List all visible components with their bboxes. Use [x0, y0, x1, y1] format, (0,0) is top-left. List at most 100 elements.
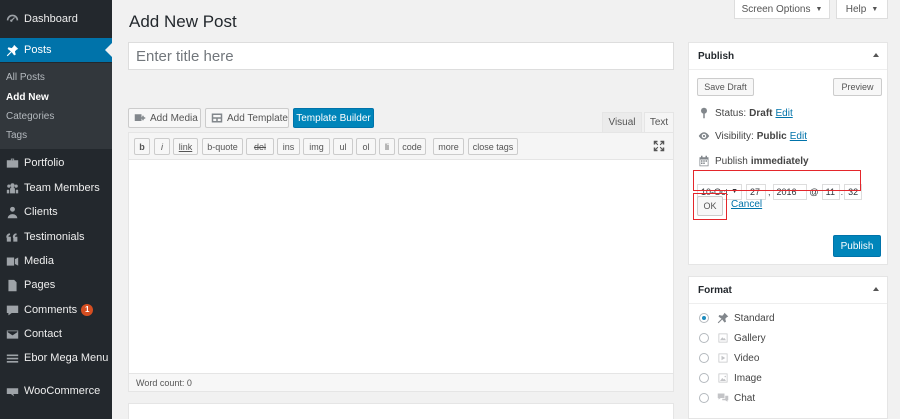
qt-link-button[interactable]: link: [173, 138, 198, 155]
format-label: Image: [734, 372, 762, 384]
format-option-chat[interactable]: Chat: [699, 392, 755, 404]
pushpin-icon: [5, 43, 19, 57]
add-media-icon: [134, 112, 146, 124]
page-title: Add New Post: [129, 12, 237, 31]
add-media-button[interactable]: Add Media: [128, 108, 201, 128]
video-icon: [717, 352, 729, 364]
qt-del-button[interactable]: del: [246, 138, 274, 155]
team-members-icon: [5, 181, 19, 195]
qt-italic-button[interactable]: i: [154, 138, 170, 155]
menu-icon: [5, 351, 19, 365]
sidebar-item-woocommerce[interactable]: WooCommerce: [0, 379, 112, 403]
clients-icon: [5, 205, 19, 219]
help-tab[interactable]: Help ▼: [836, 0, 888, 19]
publish-box-title: Publish: [698, 50, 735, 62]
sidebar-item-label: Clients: [24, 206, 58, 218]
submenu-all-posts[interactable]: All Posts: [6, 72, 45, 83]
format-option-video[interactable]: Video: [699, 352, 759, 364]
admin-sidebar: Dashboard Posts All Posts Add New Catego…: [0, 0, 112, 419]
format-box: Format Standard Gallery Video Image Chat: [688, 276, 888, 419]
media-icon: [5, 254, 19, 268]
format-box-header[interactable]: Format: [689, 277, 887, 304]
format-option-gallery[interactable]: Gallery: [699, 332, 766, 344]
qt-code-button[interactable]: code: [398, 138, 426, 155]
tab-text[interactable]: Text: [644, 112, 674, 133]
help-label: Help: [845, 3, 867, 15]
qt-ol-button[interactable]: ol: [356, 138, 376, 155]
publish-when: immediately: [750, 155, 809, 167]
format-radio[interactable]: [699, 353, 709, 363]
sidebar-item-media[interactable]: Media: [0, 249, 112, 273]
calendar-icon: [698, 155, 710, 167]
sidebar-item-portfolio[interactable]: Portfolio: [0, 151, 112, 175]
preview-button[interactable]: Preview: [833, 78, 882, 96]
fullscreen-icon[interactable]: [653, 140, 665, 152]
ok-highlight-box: [693, 193, 727, 220]
publish-box-header[interactable]: Publish: [689, 43, 887, 70]
post-title-input[interactable]: [128, 42, 674, 70]
collapse-arrow-icon[interactable]: [873, 53, 879, 57]
sidebar-item-label: Contact: [24, 328, 62, 340]
sidebar-item-team-members[interactable]: Team Members: [0, 176, 112, 200]
cancel-link[interactable]: Cancel: [731, 199, 762, 210]
sidebar-item-testimonials[interactable]: Testimonials: [0, 225, 112, 249]
sidebar-item-posts[interactable]: Posts: [0, 38, 112, 62]
tab-visual[interactable]: Visual: [602, 112, 642, 133]
sidebar-item-contact[interactable]: Contact: [0, 322, 112, 346]
add-template-button[interactable]: Add Template: [205, 108, 289, 128]
status-value: Draft: [749, 107, 773, 119]
format-radio[interactable]: [699, 313, 709, 323]
qt-blockquote-button[interactable]: b-quote: [202, 138, 243, 155]
add-template-label: Add Template: [227, 112, 288, 124]
next-metabox: [128, 403, 674, 419]
content-editor: b i link b-quote del ins img ul ol li co…: [128, 132, 674, 392]
visibility-row: Visibility: Public Edit: [698, 130, 807, 142]
qt-ins-button[interactable]: ins: [277, 138, 300, 155]
posts-submenu: All Posts Add New Categories Tags: [0, 63, 112, 149]
qt-close-tags-button[interactable]: close tags: [468, 138, 518, 155]
image-icon: [717, 372, 729, 384]
qt-img-button[interactable]: img: [303, 138, 330, 155]
format-label: Gallery: [734, 332, 766, 344]
sidebar-item-clients[interactable]: Clients: [0, 200, 112, 224]
visibility-value: Public: [756, 130, 787, 142]
sidebar-item-comments[interactable]: Comments 1: [0, 298, 112, 322]
comments-count-badge: 1: [81, 304, 94, 316]
submenu-categories[interactable]: Categories: [6, 111, 54, 122]
woocommerce-icon: [5, 384, 19, 398]
sidebar-item-label: Dashboard: [24, 13, 78, 25]
sidebar-item-label: WooCommerce: [24, 385, 101, 397]
qt-bold-button[interactable]: b: [134, 138, 150, 155]
format-radio[interactable]: [699, 393, 709, 403]
publish-date-row: Publish immediately: [698, 155, 809, 167]
portfolio-icon: [5, 156, 19, 170]
qt-li-button[interactable]: li: [379, 138, 395, 155]
screen-options-tab[interactable]: Screen Options ▼: [734, 0, 830, 19]
pushpin-icon: [698, 107, 710, 119]
pages-icon: [5, 278, 19, 292]
quote-icon: [5, 230, 19, 244]
collapse-arrow-icon[interactable]: [873, 287, 879, 291]
edit-status-link[interactable]: Edit: [775, 108, 792, 119]
add-media-label: Add Media: [150, 112, 198, 124]
sidebar-item-pages[interactable]: Pages: [0, 273, 112, 297]
edit-visibility-link[interactable]: Edit: [790, 131, 807, 142]
publish-box: Publish Save Draft Preview Status: Draft E…: [688, 42, 888, 265]
format-label: Chat: [734, 392, 756, 404]
submenu-add-new[interactable]: Add New: [6, 92, 49, 103]
format-option-standard[interactable]: Standard: [699, 312, 775, 324]
dashboard-icon: [5, 12, 19, 26]
qt-ul-button[interactable]: ul: [333, 138, 353, 155]
sidebar-item-dashboard[interactable]: Dashboard: [0, 7, 112, 31]
format-option-image[interactable]: Image: [699, 372, 762, 384]
format-radio[interactable]: [699, 373, 709, 383]
submenu-tags[interactable]: Tags: [6, 130, 27, 141]
mail-icon: [5, 327, 19, 341]
sidebar-item-ebor-mega-menu[interactable]: Ebor Mega Menu: [0, 346, 112, 370]
format-radio[interactable]: [699, 333, 709, 343]
template-builder-button[interactable]: Template Builder: [293, 108, 374, 128]
save-draft-button[interactable]: Save Draft: [697, 78, 754, 96]
qt-more-button[interactable]: more: [433, 138, 464, 155]
visibility-label: Visibility:: [715, 130, 754, 142]
publish-button[interactable]: Publish: [833, 235, 881, 257]
